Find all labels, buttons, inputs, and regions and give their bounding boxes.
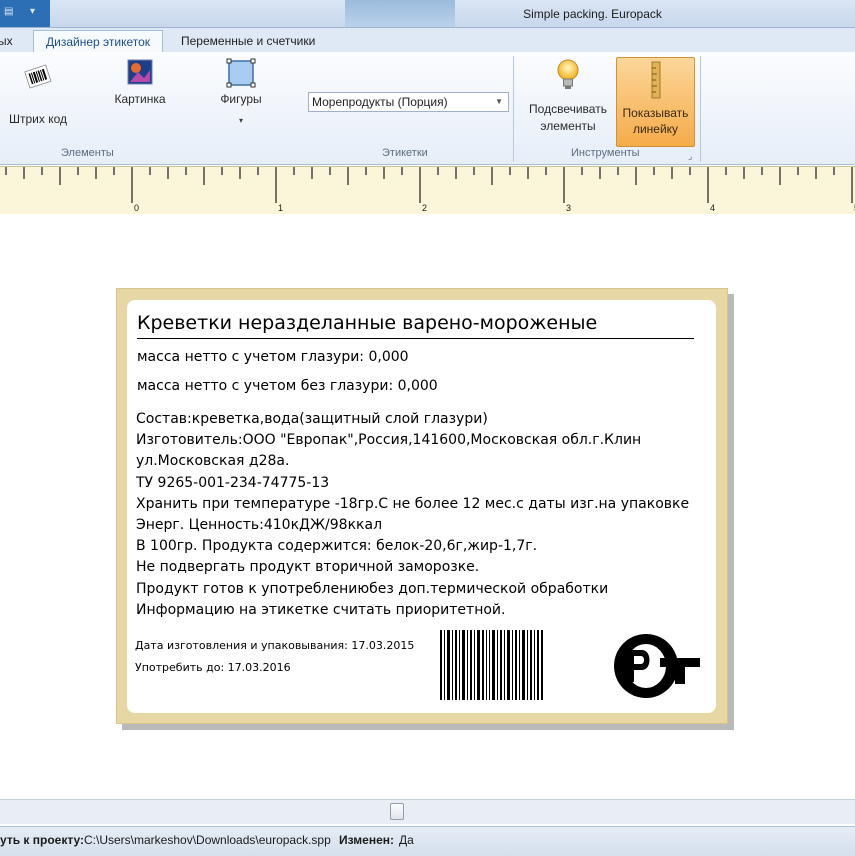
modified-value: Да: [399, 833, 414, 847]
picture-icon: [127, 59, 153, 85]
production-date[interactable]: Дата изготовления и упаковывания: 17.03.…: [135, 639, 414, 652]
modified-label: Изменен:: [339, 833, 395, 847]
scrollbar-thumb[interactable]: [390, 803, 404, 820]
shapes-button[interactable]: Фигуры ▾: [210, 58, 272, 125]
show-ruler-button[interactable]: Показывать линейку: [616, 57, 695, 147]
tab-label-designer[interactable]: Дизайнер этикеток: [33, 30, 164, 54]
composition-line: ТУ 9265-001-234-74775-13: [136, 474, 330, 491]
shapes-button-label: Фигуры: [220, 92, 262, 106]
highlight-elements-button[interactable]: Подсвечивать элементы: [524, 58, 612, 133]
composition-line: В 100гр. Продукта содержится: белок-20,6…: [136, 538, 538, 555]
composition-line: Энерг. Ценность:410кДЖ/98ккал: [136, 517, 383, 534]
tools-group-label: Инструменты: [571, 147, 640, 159]
composition-text[interactable]: Состав:креветка,вода(защитный слой глазу…: [136, 409, 706, 621]
composition-line: Не подвергать продукт вторичной заморозк…: [136, 559, 480, 576]
barcode-button-label: Штрих код: [8, 112, 67, 126]
barcode-button[interactable]: Штрих код: [0, 64, 76, 126]
ruler-number: 4: [710, 203, 715, 213]
ruler-line2: линейку: [632, 122, 679, 136]
ribbon: Штрих код Картинка Фигуры ▾ Элементы Мор…: [0, 52, 855, 165]
title-bar: ▤ ▾ Simple packing. Europack: [0, 0, 855, 28]
shapes-icon: [226, 58, 256, 88]
label-select-value: Морепродукты (Порция): [312, 95, 448, 109]
status-bar: уть к проекту: C:\Users\markeshov\Downlo…: [0, 826, 855, 856]
mass-with-glaze[interactable]: масса нетто с учетом глазури: 0,000: [137, 349, 409, 365]
tab-previous[interactable]: ых: [0, 30, 25, 52]
composition-line: Информацию на этикетке считать приоритет…: [136, 601, 506, 618]
ruler-number: 0: [134, 203, 139, 213]
group-separator: [513, 56, 514, 162]
ruler-line1: Показывать: [622, 106, 689, 120]
ribbon-tabs: ых Дизайнер этикеток Переменные и счетчи…: [0, 28, 855, 54]
ruler-number: 2: [422, 203, 427, 213]
project-path-value: C:\Users\markeshov\Downloads\europack.sp…: [84, 833, 331, 847]
chevron-down-icon: ▾: [238, 116, 243, 125]
highlight-line1: Подсвечивать: [529, 102, 607, 116]
label-title[interactable]: Креветки неразделанные варено-мороженые: [137, 312, 597, 334]
chevron-down-icon: ▼: [495, 97, 503, 106]
picture-button-label: Картинка: [114, 92, 166, 106]
composition-line: ул.Московская д28а.: [136, 453, 290, 470]
labels-group-label: Этикетки: [382, 147, 428, 159]
horizontal-ruler: 012345: [0, 166, 855, 215]
highlight-line2: элементы: [540, 119, 596, 133]
label-select[interactable]: Морепродукты (Порция) ▼: [308, 92, 509, 112]
group-separator: [700, 56, 701, 162]
elements-group-label: Элементы: [61, 147, 114, 159]
ruler-number: 3: [566, 203, 571, 213]
use-by-date[interactable]: Употребить до: 17.03.2016: [135, 661, 291, 674]
composition-line: Продукт готов к употреблениюбез доп.терм…: [136, 580, 609, 597]
mass-without-glaze[interactable]: масса нетто с учетом без глазури: 0,000: [137, 378, 438, 394]
rst-certification-mark-icon[interactable]: [612, 632, 702, 700]
composition-line: Состав:креветка,вода(защитный слой глазу…: [136, 411, 488, 427]
composition-line: Изготовитель:ООО "Европак",Россия,141600…: [136, 432, 642, 449]
picture-button[interactable]: Картинка: [108, 58, 172, 106]
barcode-icon: [24, 64, 52, 89]
barcode-image[interactable]: [440, 630, 543, 700]
window-title: Simple packing. Europack: [523, 7, 662, 21]
composition-line: Хранить при температуре -18гр.С не более…: [136, 495, 690, 512]
ruler-icon: [651, 61, 661, 99]
project-path-label: уть к проекту:: [0, 833, 85, 847]
title-underline[interactable]: [137, 338, 694, 339]
horizontal-scrollbar[interactable]: [0, 799, 855, 824]
ruler-number: 1: [278, 203, 283, 213]
tab-variables-counters[interactable]: Переменные и счетчики: [169, 30, 327, 52]
ruler-scale: 012345: [5, 167, 855, 213]
dialog-launcher-icon[interactable]: ⌟: [688, 151, 692, 162]
lightbulb-icon: [557, 59, 579, 89]
